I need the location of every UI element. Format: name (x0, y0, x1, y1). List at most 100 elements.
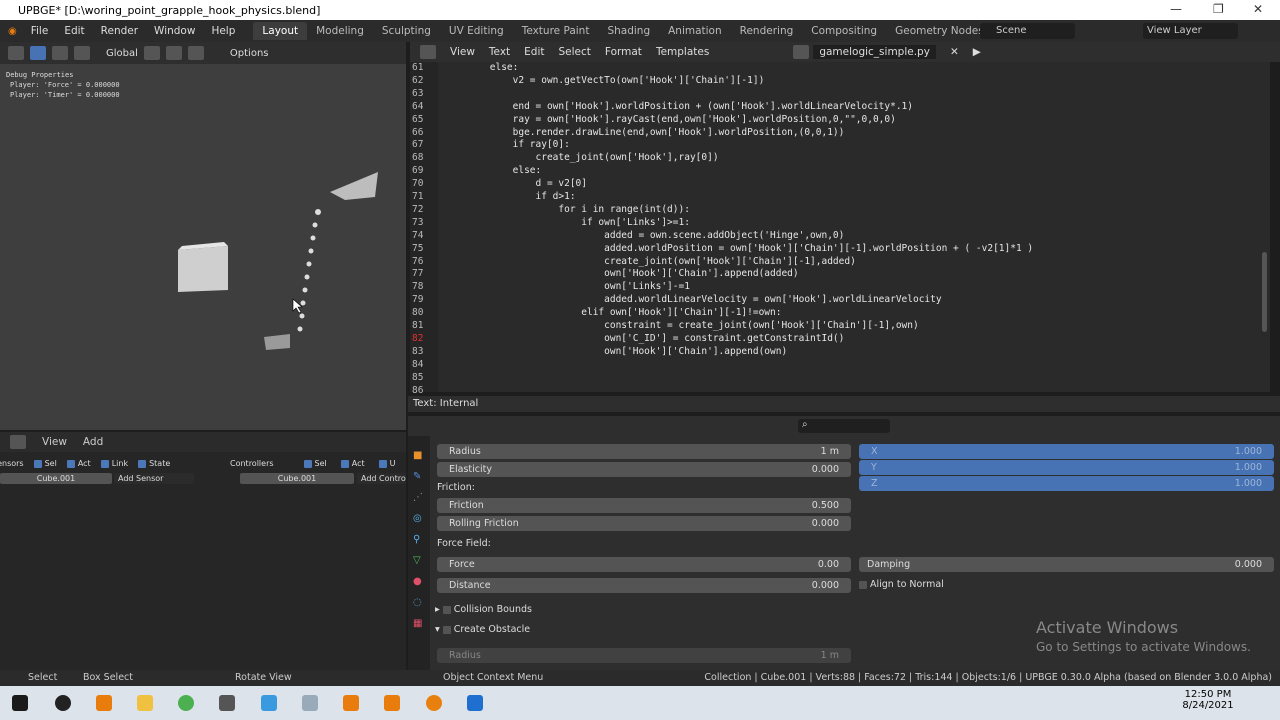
code-line[interactable]: 79 added.worldLinearVelocity = own['Hook… (410, 294, 942, 307)
radius-field[interactable]: Radius 1 m (437, 444, 851, 459)
sensor-check-act[interactable]: Act (66, 459, 91, 468)
obs-icon[interactable] (55, 695, 71, 711)
code-line[interactable]: 77 own['Hook']['Chain'].append(added) (410, 268, 799, 281)
3d-viewport[interactable] (0, 42, 406, 430)
rolling-friction-field[interactable]: Rolling Friction 0.000 (437, 516, 851, 531)
code-line[interactable]: 85 (410, 372, 444, 385)
maximize-button[interactable]: ❐ (1213, 2, 1224, 16)
physics-tab-icon[interactable]: ◎ (413, 513, 425, 524)
select-mode-icon[interactable] (52, 46, 68, 60)
menu-file[interactable]: File (23, 25, 57, 37)
code-line[interactable]: 64 end = own['Hook'].worldPosition + (ow… (410, 101, 913, 114)
controller-check-act[interactable]: Act (340, 459, 365, 468)
particles-tab-icon[interactable]: ⋰ (413, 492, 425, 503)
x-field[interactable]: X 1.000 (859, 444, 1274, 459)
game-tab-icon[interactable]: ◌ (413, 597, 425, 608)
text-menu-select[interactable]: Select (559, 46, 591, 58)
code-line[interactable]: 82 own['C_ID'] = constraint.getConstrain… (410, 333, 844, 346)
add-controller-dropdown[interactable]: Add Controller (357, 473, 406, 484)
text-filename[interactable]: gamelogic_simple.py (813, 45, 936, 59)
chrome-icon[interactable] (178, 695, 194, 711)
proportional-icon[interactable] (187, 46, 204, 60)
view-layer-selector[interactable]: View Layer (1143, 23, 1238, 39)
add-sensor-dropdown[interactable]: Add Sensor (114, 473, 194, 484)
tab-geometry-nodes[interactable]: Geometry Nodes (886, 22, 993, 40)
close-text-icon[interactable]: ✕ (950, 46, 959, 58)
code-line[interactable]: 84 (410, 359, 444, 372)
force-field[interactable]: Force 0.00 (437, 557, 851, 572)
tab-shading[interactable]: Shading (598, 22, 659, 40)
material-tab-icon[interactable]: ● (413, 576, 425, 587)
sensors-dropdown[interactable]: Sensors (0, 459, 24, 468)
close-button[interactable]: ✕ (1253, 2, 1263, 16)
text-menu-templates[interactable]: Templates (656, 46, 709, 58)
pivot-icon[interactable] (143, 46, 160, 60)
object-tab-icon[interactable]: ■ (413, 450, 425, 461)
y-field[interactable]: Y 1.000 (859, 460, 1274, 475)
data-tab-icon[interactable]: ▽ (413, 555, 425, 566)
elasticity-field[interactable]: Elasticity 0.000 (437, 462, 851, 477)
code-line[interactable]: 76 create_joint(own['Hook']['Chain'][-1]… (410, 256, 856, 269)
tab-layout[interactable]: Layout (253, 22, 308, 40)
blender2-icon[interactable] (384, 695, 400, 711)
code-scrollbar[interactable] (1262, 252, 1267, 332)
controllers-dropdown[interactable]: Controllers (230, 459, 274, 468)
code-line[interactable]: 74 added = own.scene.addObject('Hinge',o… (410, 230, 844, 243)
distance-field[interactable]: Distance 0.000 (437, 578, 851, 593)
controller-check-u[interactable]: U (378, 459, 396, 468)
start-icon[interactable] (12, 695, 28, 711)
editor-type-icon[interactable] (10, 435, 26, 449)
code-line[interactable]: 61 else: (410, 62, 518, 75)
blender3-icon[interactable] (426, 695, 442, 711)
menu-help[interactable]: Help (203, 25, 243, 37)
orientation-dropdown[interactable]: Global (106, 48, 138, 59)
create-obstacle-panel[interactable]: ▾ Create Obstacle (435, 624, 530, 635)
code-line[interactable]: 71 if d>1: (410, 191, 576, 204)
code-line[interactable]: 70 d = v2[0] (410, 178, 587, 191)
select-tool-icon[interactable] (30, 46, 46, 60)
code-line[interactable]: 75 added.worldPosition = own['Hook']['Ch… (410, 243, 1033, 256)
menu-window[interactable]: Window (146, 25, 203, 37)
upbge-icon[interactable] (96, 695, 112, 711)
editor-type-icon[interactable] (420, 45, 436, 59)
code-line[interactable]: 73 if own['Links']>=1: (410, 217, 690, 230)
app2-icon[interactable] (261, 695, 277, 711)
options-dropdown[interactable]: Options (230, 48, 269, 59)
sensor-check-link[interactable]: Link (100, 459, 128, 468)
tab-rendering[interactable]: Rendering (731, 22, 803, 40)
editor-type-icon[interactable] (8, 46, 24, 60)
damping-field[interactable]: Damping 0.000 (859, 557, 1274, 572)
code-line[interactable]: 83 own['Hook']['Chain'].append(own) (410, 346, 787, 359)
file-explorer-icon[interactable] (137, 695, 153, 711)
code-line[interactable]: 80 elif own['Hook']['Chain'][-1]!=own: (410, 307, 781, 320)
z-field[interactable]: Z 1.000 (859, 476, 1274, 491)
sensor-check-state[interactable]: State (138, 459, 170, 468)
obstacle-radius-field[interactable]: Radius 1 m (437, 648, 851, 663)
code-line[interactable]: 69 else: (410, 165, 541, 178)
tab-uv-editing[interactable]: UV Editing (440, 22, 513, 40)
text-menu-text[interactable]: Text (489, 46, 510, 58)
app-icon[interactable] (219, 695, 235, 711)
clock-date[interactable]: 8/24/2021 (1180, 700, 1236, 711)
select-mode-2-icon[interactable] (74, 46, 90, 60)
text-menu-edit[interactable]: Edit (524, 46, 544, 58)
code-line[interactable]: 78 own['Links']-=1 (410, 281, 690, 294)
code-line[interactable]: 62 v2 = own.getVectTo(own['Hook']['Chain… (410, 75, 764, 88)
code-line[interactable]: 65 ray = own['Hook'].rayCast(end,own['Ho… (410, 114, 896, 127)
vscode-icon[interactable] (467, 695, 483, 711)
tab-animation[interactable]: Animation (659, 22, 731, 40)
minimize-button[interactable]: — (1170, 2, 1182, 16)
run-script-icon[interactable]: ▶ (973, 46, 981, 58)
menu-render[interactable]: Render (93, 25, 146, 37)
text-browse-icon[interactable] (793, 45, 810, 59)
logic-menu-view[interactable]: View (42, 436, 67, 448)
code-line[interactable]: 68 create_joint(own['Hook'],ray[0]) (410, 152, 719, 165)
code-line[interactable]: 81 constraint = create_joint(own['Hook']… (410, 320, 919, 333)
collision-bounds-panel[interactable]: ▸ Collision Bounds (435, 604, 532, 615)
modifier-tab-icon[interactable]: ✎ (413, 471, 425, 482)
text-menu-format[interactable]: Format (605, 46, 642, 58)
sensor-check-sel[interactable]: Sel (33, 459, 57, 468)
code-editor[interactable]: 61 else: 62 v2 = own.getVectTo(own['Hook'… (410, 62, 1270, 396)
properties-search[interactable]: ⌕ (798, 419, 890, 433)
constraints-tab-icon[interactable]: ⚲ (413, 534, 425, 545)
